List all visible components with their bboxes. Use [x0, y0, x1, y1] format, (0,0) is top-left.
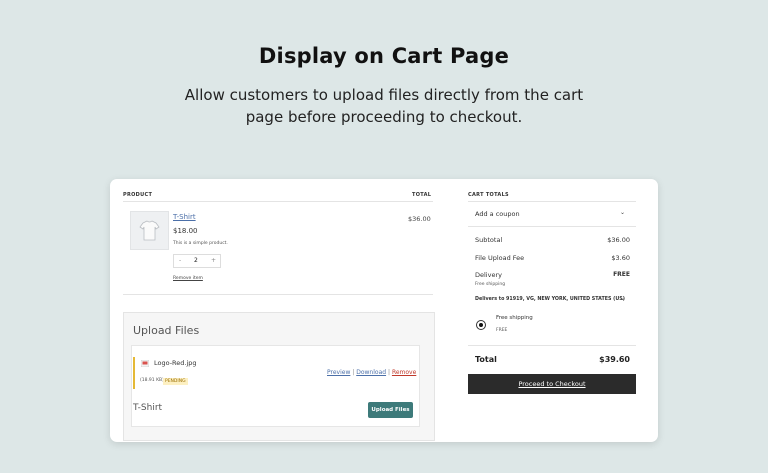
free-shipping-radio[interactable]	[476, 320, 486, 330]
proceed-to-checkout-button[interactable]: Proceed to Checkout	[468, 374, 636, 394]
product-thumbnail[interactable]	[130, 211, 169, 250]
product-description: This is a simple product.	[173, 241, 228, 246]
download-link[interactable]: Download	[356, 369, 386, 376]
upload-product-label: T-Shirt	[133, 403, 163, 413]
fee-value: $3.60	[611, 254, 630, 262]
hero-title: Display on Cart Page	[258, 44, 510, 68]
delivery-label: Delivery	[475, 271, 502, 279]
upload-item-box: Logo-Red.jpg (18.91 KB) PENDING Preview …	[131, 345, 420, 427]
action-separator: |	[352, 369, 355, 376]
file-actions: Preview | Download | Remove	[327, 369, 416, 376]
totals-divider	[468, 345, 636, 346]
total-column-header: TOTAL	[412, 192, 432, 198]
uploaded-file-row: Logo-Red.jpg (18.91 KB) PENDING Preview …	[133, 357, 416, 389]
table-divider	[123, 294, 433, 295]
total-value: $39.60	[599, 355, 630, 364]
line-total: $36.00	[408, 215, 431, 223]
table-divider	[123, 201, 433, 202]
status-badge: PENDING	[163, 378, 188, 385]
total-label: Total	[475, 355, 497, 364]
totals-divider	[468, 201, 636, 202]
subtotal-label: Subtotal	[475, 236, 503, 244]
action-separator: |	[387, 369, 391, 376]
fee-label: File Upload Fee	[475, 254, 525, 262]
cart-preview-card: PRODUCT TOTAL T-Shirt $18.00 This is a s…	[110, 179, 658, 442]
file-size: (18.91 KB)	[140, 378, 164, 383]
quantity-value[interactable]: 2	[194, 257, 198, 264]
chevron-down-icon[interactable]: ⌄	[620, 209, 625, 216]
hero-subtitle: Allow customers to upload files directly…	[184, 86, 584, 126]
delivery-note: Free shipping	[475, 282, 506, 287]
upload-files-panel: Upload Files Logo-Red.jpg (18.91 KB) PEN…	[123, 312, 435, 441]
tshirt-icon	[139, 220, 160, 241]
subtotal-row: Subtotal $36.00	[475, 236, 630, 244]
delivery-value: FREE	[613, 271, 630, 278]
product-price: $18.00	[173, 227, 198, 235]
shipping-option-label: Free shipping	[496, 315, 533, 321]
delivers-to-toggle[interactable]: Delivers to 91919, VG, NEW YORK, UNITED …	[475, 297, 625, 302]
order-total-row: Total $39.60	[475, 355, 630, 364]
upload-files-button[interactable]: Upload Files	[368, 402, 413, 418]
file-upload-fee-row: File Upload Fee $3.60	[475, 254, 630, 262]
chevron-down-icon[interactable]: ⌄	[620, 295, 625, 302]
file-name: Logo-Red.jpg	[154, 359, 197, 367]
delivery-row: Delivery FREE	[475, 271, 630, 279]
subtotal-value: $36.00	[607, 236, 630, 244]
product-column-header: PRODUCT	[123, 192, 153, 198]
remove-item-link[interactable]: Remove item	[173, 276, 203, 281]
quantity-stepper: - 2 +	[173, 254, 221, 268]
cart-totals-header: CART TOTALS	[468, 192, 509, 198]
remove-file-link[interactable]: Remove	[392, 369, 416, 376]
add-coupon-toggle[interactable]: Add a coupon	[475, 210, 520, 218]
totals-divider	[468, 226, 636, 227]
upload-files-title: Upload Files	[133, 324, 200, 337]
quantity-increase-button[interactable]: +	[211, 257, 216, 264]
quantity-decrease-button[interactable]: -	[179, 257, 181, 264]
shipping-option-price: FREE	[496, 328, 508, 333]
preview-link[interactable]: Preview	[327, 369, 350, 376]
product-name-link[interactable]: T-Shirt	[173, 213, 196, 221]
image-file-icon	[141, 360, 149, 367]
